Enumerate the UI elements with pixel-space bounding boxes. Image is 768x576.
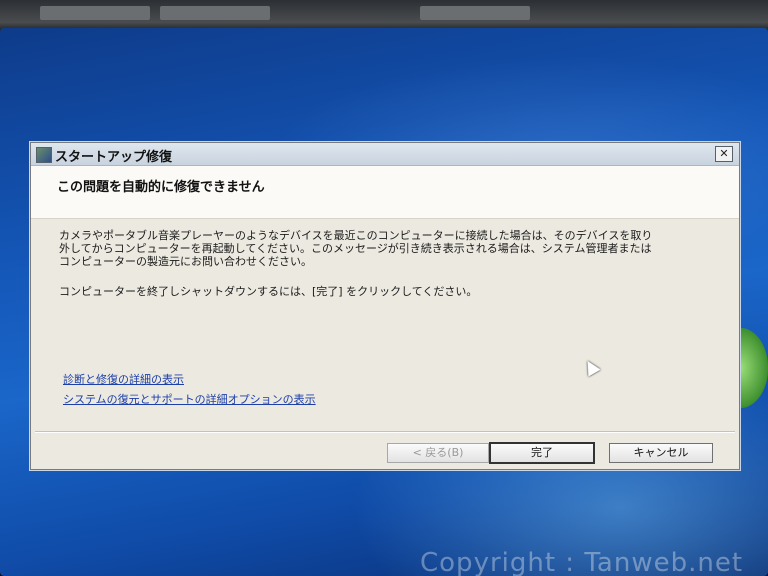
dialog-title: スタートアップ修復 [55, 150, 173, 165]
view-advanced-options-link[interactable]: システムの復元とサポートの詳細オプションの表示 [63, 391, 316, 407]
cancel-button[interactable]: キャンセル [609, 443, 713, 463]
bezel-detail [420, 6, 530, 20]
watermark: Copyright : Tanweb.net [420, 548, 744, 576]
view-diagnostics-link[interactable]: 診断と修復の詳細の表示 [63, 371, 184, 387]
message-line: 外してからコンピューターを再起動してください。このメッセージが引き続き表示される… [59, 242, 652, 255]
message-line: コンピューターの製造元にお問い合わせください。 [59, 255, 312, 268]
header-message: この問題を自動的に修復できません [57, 180, 265, 195]
title-bar: スタートアップ修復 ✕ [31, 143, 739, 166]
back-button[interactable]: < 戻る(B) [387, 443, 489, 463]
startup-repair-dialog: スタートアップ修復 ✕ この問題を自動的に修復できません カメラやポータブル音楽… [30, 142, 740, 470]
message-line: カメラやポータブル音楽プレーヤーのようなデバイスを最近このコンピューターに接続し… [59, 229, 653, 242]
message-body: カメラやポータブル音楽プレーヤーのようなデバイスを最近このコンピューターに接続し… [59, 229, 709, 268]
dialog-header: この問題を自動的に修復できません [31, 166, 739, 219]
finish-button[interactable]: 完了 [489, 442, 595, 464]
bezel-detail [160, 6, 270, 20]
divider [35, 431, 735, 433]
instruction-text: コンピューターを終了しシャットダウンするには、[完了] をクリックしてください。 [59, 285, 478, 298]
startup-repair-icon [36, 147, 52, 163]
close-button[interactable]: ✕ [715, 146, 733, 162]
bezel-detail [40, 6, 150, 20]
